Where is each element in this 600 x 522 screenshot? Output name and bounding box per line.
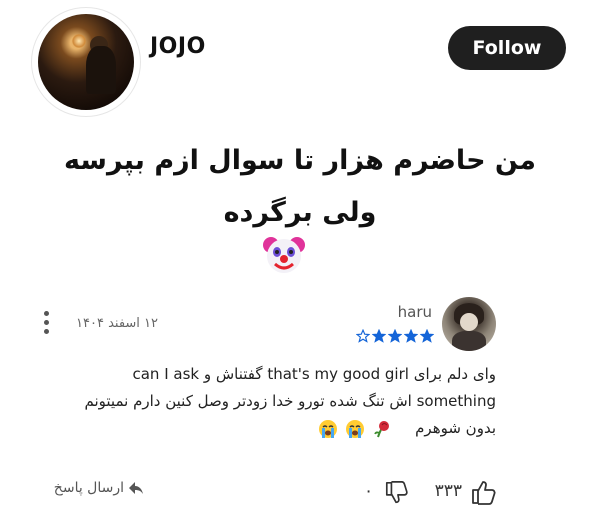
review-card: haru ۱۲ اسفند ۱۴۰۴ وای دلم برای that's m… (20, 285, 580, 522)
star-filled-icon (420, 329, 434, 343)
star-filled-icon (372, 329, 386, 343)
crying-face-icon (318, 419, 338, 439)
review-text: وای دلم برای that's my good girl گفتناش … (34, 361, 497, 442)
crying-face-icon (345, 419, 365, 439)
reviewer-avatar-face (460, 313, 478, 331)
reviewer-name[interactable]: haru (350, 303, 432, 321)
avatar-lamp (72, 34, 86, 48)
follow-button[interactable]: Follow (448, 26, 566, 70)
avatar-figure (86, 46, 116, 94)
rating-stars (352, 329, 434, 343)
thumbs-down-icon (385, 481, 408, 504)
like-button[interactable]: ۳۳۳ (418, 477, 498, 507)
question-text: من حاضرم هزار تا سوال ازم بپرسه ولی برگر… (64, 145, 536, 228)
reply-arrow-icon (129, 482, 143, 494)
review-line-1: وای دلم برای that's my good girl گفتناش … (132, 365, 496, 383)
thumbs-up-icon (472, 481, 496, 505)
avatar-image (38, 14, 134, 110)
review-date: ۱۲ اسفند ۱۴۰۴ (76, 316, 158, 331)
star-empty-icon (356, 329, 370, 343)
profile-header: JOJO Follow (0, 0, 600, 116)
review-line-2: something اش تنگ شده تورو خدا زودتر وصل … (84, 392, 497, 410)
dislike-count: ۰ (364, 481, 374, 501)
review-actions: ۳۳۳ ۰ ارسال پاسخ (20, 475, 580, 511)
profile-username[interactable]: JOJO (150, 34, 206, 59)
star-filled-icon (388, 329, 402, 343)
reviewer-avatar[interactable] (442, 297, 496, 351)
review-line-3: بدون شوهرم (415, 419, 496, 437)
like-count: ۳۳۳ (434, 481, 462, 501)
review-emojis (318, 418, 404, 444)
reply-button[interactable]: ارسال پاسخ (34, 480, 144, 504)
dislike-button[interactable]: ۰ (360, 477, 410, 507)
wilted-rose-icon (372, 419, 392, 439)
more-options-icon[interactable] (38, 311, 54, 341)
reviewer-avatar-body (452, 331, 486, 351)
star-filled-icon (404, 329, 418, 343)
profile-avatar[interactable] (32, 8, 140, 116)
clown-face-icon (263, 237, 305, 273)
reply-label: ارسال پاسخ (53, 480, 124, 496)
